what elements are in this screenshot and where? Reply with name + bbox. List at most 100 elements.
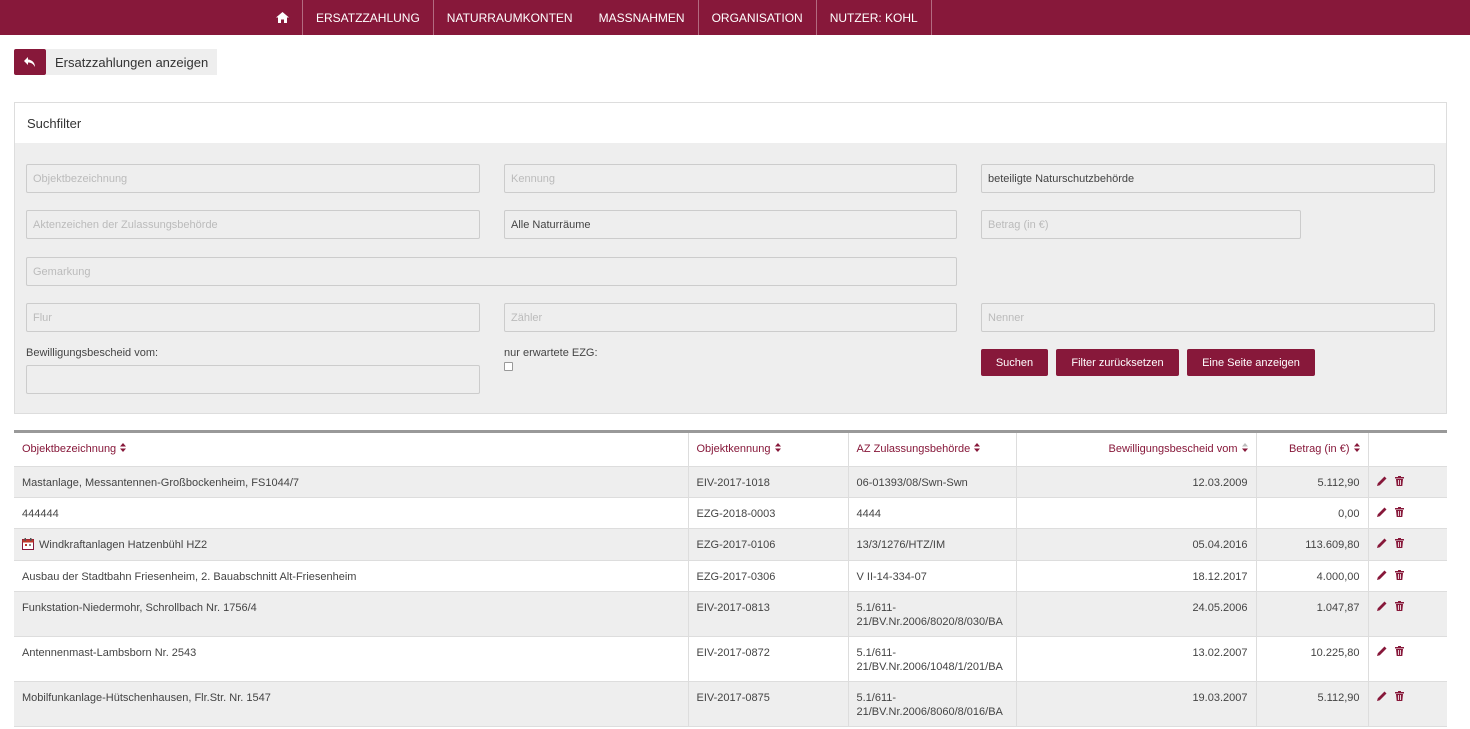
back-label[interactable]: Ersatzzahlungen anzeigen [46, 49, 218, 75]
cell-objektkennung-text: EIV-2017-0875 [696, 691, 770, 704]
cell-objektkennung-text: EIV-2017-0813 [696, 601, 770, 614]
cell-az-text: 5.1/611- 21/BV.Nr.2006/1048/1/201/BA [856, 646, 1003, 673]
cell-betrag: 0,00 [1256, 497, 1369, 529]
header-objektbezeichnung[interactable]: Objektbezeichnung [14, 433, 689, 467]
edit-pencil-icon[interactable] [1376, 570, 1387, 584]
cell-objektkennung: EIV-2017-0813 [688, 591, 849, 637]
one-page-button[interactable]: Eine Seite anzeigen [1187, 349, 1315, 376]
table-row[interactable]: Mobilfunkanlage-Hütschenhausen, Flr.Str.… [14, 681, 1447, 727]
delete-trash-icon[interactable] [1394, 645, 1404, 660]
naturschutzbehoerde-select[interactable]: beteiligte Naturschutzbehörde [981, 164, 1435, 193]
cell-objektbezeichnung-text: Windkraftanlagen Hatzenbühl HZ2 [39, 538, 208, 551]
back-row: Ersatzzahlungen anzeigen [14, 49, 218, 75]
results-table-wrap: Objektbezeichnung Objektkennung AZ Zulas… [14, 430, 1447, 727]
betrag-input[interactable]: Betrag (in €) [981, 210, 1301, 239]
nav-nutzer[interactable]: Nutzer: Kohl [817, 0, 932, 35]
cell-bescheid-datum-text: 13.02.2007 [1192, 646, 1248, 659]
header-label: Objektkennung [696, 443, 771, 456]
delete-trash-icon[interactable] [1394, 537, 1404, 552]
cell-betrag-text: 5.112,90 [1317, 476, 1360, 489]
cell-objektbezeichnung: Windkraftanlagen Hatzenbühl HZ2 [14, 528, 689, 561]
cell-bescheid-datum: 05.04.2016 [1016, 528, 1257, 561]
cell-bescheid-datum: 12.03.2009 [1016, 466, 1257, 498]
sort-icon [120, 443, 127, 455]
table-row[interactable]: Funkstation-Niedermohr, Schrollbach Nr. … [14, 591, 1447, 637]
gemarkung-input[interactable]: Gemarkung [26, 257, 957, 286]
nenner-input[interactable]: Nenner [981, 303, 1435, 332]
table-row[interactable]: Ausbau der Stadtbahn Friesenheim, 2. Bau… [14, 560, 1447, 592]
back-button[interactable] [14, 49, 46, 75]
header-objektkennung[interactable]: Objektkennung [688, 433, 849, 467]
erwartet-checkbox[interactable] [504, 362, 513, 371]
cell-betrag: 113.609,80 [1256, 528, 1369, 561]
delete-trash-icon[interactable] [1394, 600, 1404, 615]
cell-az-text: 5.1/611- 21/BV.Nr.2006/8020/8/030/BA [856, 601, 1003, 628]
cell-az-text: 06-01393/08/Swn-Swn [856, 476, 968, 489]
cell-betrag: 5.112,90 [1256, 681, 1369, 727]
sort-desc-icon [1241, 443, 1248, 455]
delete-trash-icon[interactable] [1394, 475, 1404, 490]
table-row[interactable]: 444444 EZG-2018-0003 4444 0,00 [14, 497, 1447, 529]
bescheid-date-input[interactable] [26, 365, 480, 394]
delete-trash-icon[interactable] [1394, 569, 1404, 584]
objektbezeichnung-input[interactable]: Objektbezeichnung [26, 164, 480, 193]
cell-actions [1368, 466, 1447, 498]
cell-objektbezeichnung-text: Ausbau der Stadtbahn Friesenheim, 2. Bau… [22, 570, 357, 583]
cell-betrag: 5.112,90 [1256, 466, 1369, 498]
cell-betrag-text: 1.047,87 [1316, 601, 1360, 614]
edit-pencil-icon[interactable] [1376, 538, 1387, 552]
nav-home[interactable] [262, 0, 303, 35]
cell-bescheid-datum: 19.03.2007 [1016, 681, 1257, 727]
cell-bescheid-datum: 24.05.2006 [1016, 591, 1257, 637]
cell-az: 5.1/611- 21/BV.Nr.2006/8020/8/030/BA [848, 591, 1017, 637]
cell-actions [1368, 681, 1447, 727]
calendar-icon [22, 537, 34, 554]
cell-objektbezeichnung-text: Antennenmast-Lambsborn Nr. 2543 [22, 646, 197, 659]
delete-trash-icon[interactable] [1394, 690, 1404, 705]
table-row[interactable]: Mastanlage, Messantennen-Großbockenheim,… [14, 466, 1447, 498]
aktenzeichen-input[interactable]: Aktenzeichen der Zulassungsbehörde [26, 210, 480, 239]
edit-pencil-icon[interactable] [1376, 507, 1387, 521]
edit-pencil-icon[interactable] [1376, 646, 1387, 660]
zaehler-input[interactable]: Zähler [504, 303, 957, 332]
header-label: Bewilligungsbescheid vom [1108, 443, 1238, 456]
edit-pencil-icon[interactable] [1376, 601, 1387, 615]
naturraum-select[interactable]: Alle Naturräume [504, 210, 957, 239]
cell-objektkennung-text: EZG-2017-0106 [696, 538, 776, 551]
cell-betrag: 1.047,87 [1256, 591, 1369, 637]
nav-ersatzzahlung[interactable]: Ersatzzahlung [303, 0, 434, 35]
kennung-input[interactable]: Kennung [504, 164, 957, 193]
table-row[interactable]: Antennenmast-Lambsborn Nr. 2543 EIV-2017-… [14, 636, 1447, 682]
nav-naturraumkonten[interactable]: Naturraumkonten [434, 0, 586, 35]
cell-bescheid-datum-text: 19.03.2007 [1192, 691, 1248, 704]
cell-objektbezeichnung: 444444 [14, 497, 689, 529]
header-betrag[interactable]: Betrag (in €) [1256, 433, 1369, 467]
search-button[interactable]: Suchen [981, 349, 1048, 376]
table-row[interactable]: Windkraftanlagen Hatzenbühl HZ2 EZG-2017-… [14, 528, 1447, 561]
top-navbar: Ersatzzahlung Naturraumkonten Massnahmen… [0, 0, 1470, 35]
table-body: Mastanlage, Messantennen-Großbockenheim,… [14, 466, 1447, 727]
cell-objektbezeichnung-text: Mobilfunkanlage-Hütschenhausen, Flr.Str.… [22, 691, 271, 704]
cell-actions [1368, 497, 1447, 529]
filter-title: Suchfilter [15, 103, 1446, 144]
cell-objektkennung: EIV-2017-0872 [688, 636, 849, 682]
reset-filter-button[interactable]: Filter zurücksetzen [1056, 349, 1179, 376]
nav-massnahmen[interactable]: Massnahmen [586, 0, 699, 35]
search-filter-panel: Suchfilter Objektbezeichnung Kennung bet… [14, 102, 1447, 414]
cell-az: V II-14-334-07 [848, 560, 1017, 592]
header-az-zulassungsbehoerde[interactable]: AZ Zulassungsbehörde [848, 433, 1017, 467]
edit-pencil-icon[interactable] [1376, 476, 1387, 490]
sort-icon [974, 443, 981, 455]
cell-objektbezeichnung: Antennenmast-Lambsborn Nr. 2543 [14, 636, 689, 682]
header-actions [1368, 433, 1447, 467]
cell-objektbezeichnung-text: 444444 [22, 507, 59, 520]
delete-trash-icon[interactable] [1394, 506, 1404, 521]
reply-arrow-icon [24, 56, 35, 67]
header-label: Betrag (in €) [1288, 443, 1350, 456]
edit-pencil-icon[interactable] [1376, 691, 1387, 705]
cell-objektbezeichnung: Mastanlage, Messantennen-Großbockenheim,… [14, 466, 689, 498]
nav-organisation[interactable]: Organisation [699, 0, 817, 35]
flur-input[interactable]: Flur [26, 303, 480, 332]
header-bewilligungsbescheid[interactable]: Bewilligungsbescheid vom [1016, 433, 1257, 467]
sort-icon [774, 443, 781, 455]
